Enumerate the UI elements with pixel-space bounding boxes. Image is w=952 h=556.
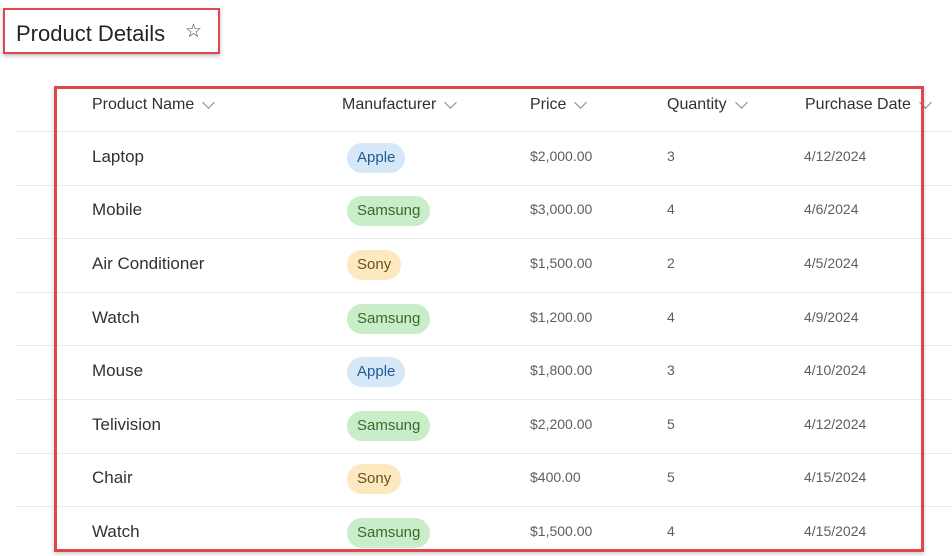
chevron-down-icon (918, 95, 932, 109)
column-header-product-name[interactable]: Product Name (92, 94, 216, 116)
manufacturer-badge: Samsung (347, 304, 431, 334)
manufacturer-badge: Sony (347, 250, 402, 280)
quantity-cell: 3 (667, 148, 675, 164)
row-divider (16, 131, 952, 132)
quantity-cell: 5 (667, 469, 675, 485)
row-divider (16, 399, 952, 400)
row-divider (16, 292, 952, 293)
product-name-cell[interactable]: Mobile (92, 200, 142, 220)
star-outline-icon[interactable]: ☆ (185, 22, 205, 42)
quantity-cell: 5 (667, 416, 675, 432)
manufacturer-badge: Sony (347, 464, 402, 494)
chevron-down-icon (574, 95, 588, 109)
row-divider (16, 453, 952, 454)
column-header-label: Quantity (667, 96, 727, 113)
chevron-down-icon (734, 95, 748, 109)
price-cell: $1,500.00 (530, 523, 593, 539)
column-header-label: Purchase Date (805, 96, 911, 113)
manufacturer-badge: Samsung (347, 518, 431, 548)
purchase-date-cell: 4/12/2024 (804, 148, 867, 164)
column-header-purchase-date[interactable]: Purchase Date (805, 94, 932, 116)
product-name-cell[interactable]: Mouse (92, 361, 143, 381)
row-divider (16, 185, 952, 186)
product-name-cell[interactable]: Watch (92, 522, 140, 542)
page-title: Product Details (16, 21, 166, 46)
column-header-manufacturer[interactable]: Manufacturer (342, 94, 458, 116)
manufacturer-badge: Apple (347, 143, 406, 173)
price-cell: $1,200.00 (530, 309, 593, 325)
row-divider (16, 345, 952, 346)
purchase-date-cell: 4/9/2024 (804, 309, 859, 325)
quantity-cell: 4 (667, 309, 675, 325)
manufacturer-badge: Apple (347, 357, 406, 387)
price-cell: $1,500.00 (530, 255, 593, 271)
price-cell: $3,000.00 (530, 201, 593, 217)
product-name-cell[interactable]: Telivision (92, 415, 161, 435)
product-name-cell[interactable]: Chair (92, 468, 133, 488)
manufacturer-badge: Samsung (347, 411, 431, 441)
quantity-cell: 2 (667, 255, 675, 271)
column-header-price[interactable]: Price (530, 94, 588, 116)
column-header-label: Manufacturer (342, 96, 437, 113)
table-highlight-box (54, 86, 924, 552)
product-name-cell[interactable]: Laptop (92, 147, 144, 167)
price-cell: $2,000.00 (530, 148, 593, 164)
purchase-date-cell: 4/15/2024 (804, 469, 867, 485)
price-cell: $1,800.00 (530, 362, 593, 378)
chevron-down-icon (444, 95, 458, 109)
column-header-label: Product Name (92, 96, 195, 113)
purchase-date-cell: 4/15/2024 (804, 523, 867, 539)
quantity-cell: 4 (667, 523, 675, 539)
row-divider (16, 238, 952, 239)
column-header-quantity[interactable]: Quantity (667, 94, 748, 116)
purchase-date-cell: 4/6/2024 (804, 201, 859, 217)
column-header-label: Price (530, 96, 567, 113)
product-name-cell[interactable]: Air Conditioner (92, 254, 204, 274)
row-divider (16, 506, 952, 507)
manufacturer-badge: Samsung (347, 196, 431, 226)
chevron-down-icon (202, 95, 216, 109)
product-name-cell[interactable]: Watch (92, 308, 140, 328)
price-cell: $400.00 (530, 469, 581, 485)
price-cell: $2,200.00 (530, 416, 593, 432)
quantity-cell: 3 (667, 362, 675, 378)
purchase-date-cell: 4/10/2024 (804, 362, 867, 378)
quantity-cell: 4 (667, 201, 675, 217)
purchase-date-cell: 4/5/2024 (804, 255, 859, 271)
purchase-date-cell: 4/12/2024 (804, 416, 867, 432)
